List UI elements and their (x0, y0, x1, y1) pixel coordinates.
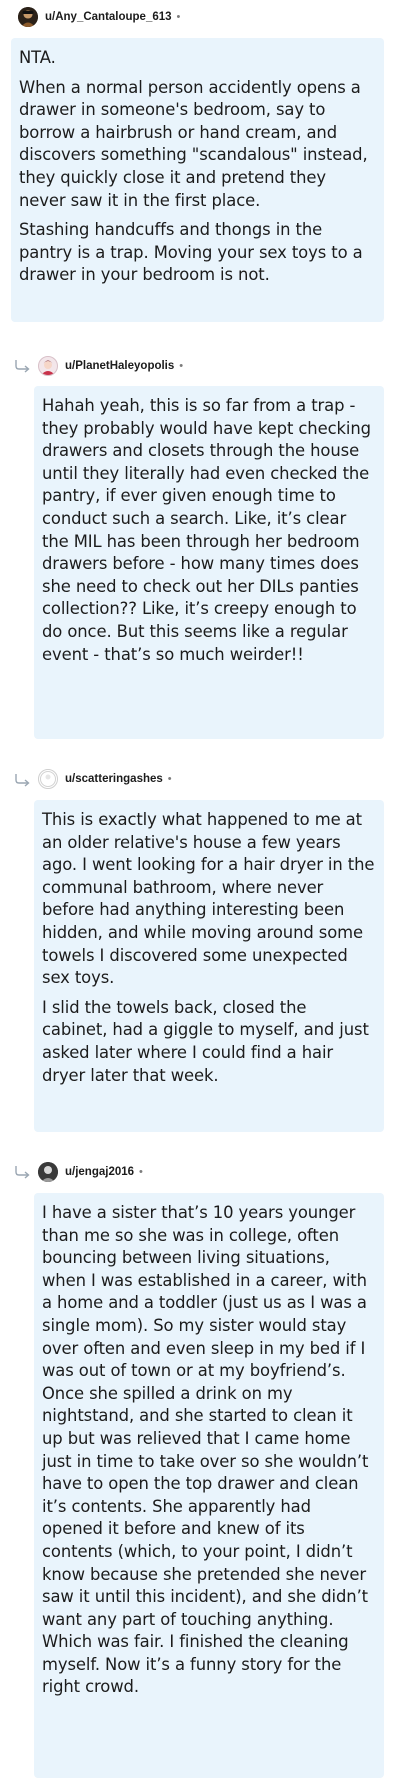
reply-thread-icon (15, 774, 30, 787)
comment-author[interactable]: u/jengaj2016 (65, 1166, 134, 1178)
user-avatar-icon[interactable] (38, 769, 58, 789)
comment-paragraph: NTA. (19, 48, 56, 67)
comment-body: NTA. When a normal person accidently ope… (11, 38, 384, 322)
comment-paragraph: I slid the towels back, closed the cabin… (42, 997, 369, 1085)
reply-thread-icon (15, 360, 30, 373)
user-avatar-icon[interactable] (38, 356, 58, 376)
meta-separator: • (176, 11, 181, 23)
comment-paragraph: Stashing handcuffs and thongs in the pan… (19, 220, 363, 285)
comment-header: u/jengaj2016 • (38, 1162, 143, 1182)
meta-separator: • (167, 773, 172, 785)
comment-header: u/scatteringashes • (38, 769, 172, 789)
meta-separator: • (139, 1166, 143, 1178)
comment-header: u/PlanetHaleyopolis • (38, 356, 183, 376)
meta-separator: • (179, 360, 184, 372)
user-avatar-icon[interactable] (18, 7, 38, 27)
user-avatar-icon[interactable] (38, 1162, 58, 1182)
comment-author[interactable]: u/PlanetHaleyopolis (65, 360, 174, 372)
comment-author[interactable]: u/scatteringashes (65, 773, 163, 785)
comment-author[interactable]: u/Any_Cantaloupe_613 (45, 11, 172, 23)
comment-paragraph: This is exactly what happened to me at a… (42, 810, 375, 988)
comment-body: This is exactly what happened to me at a… (34, 800, 384, 1132)
comment-header: u/Any_Cantaloupe_613 • (18, 7, 180, 27)
reply-thread-icon (15, 1166, 30, 1179)
comment-body: Hahah yeah, this is so far from a trap -… (34, 386, 384, 739)
comment-paragraph: When a normal person accidently opens a … (19, 77, 368, 210)
comment-body: I have a sister that’s 10 years younger … (34, 1193, 384, 1778)
comment-paragraph: Hahah yeah, this is so far from a trap -… (42, 396, 371, 664)
comment-paragraph: I have a sister that’s 10 years younger … (42, 1203, 369, 1697)
